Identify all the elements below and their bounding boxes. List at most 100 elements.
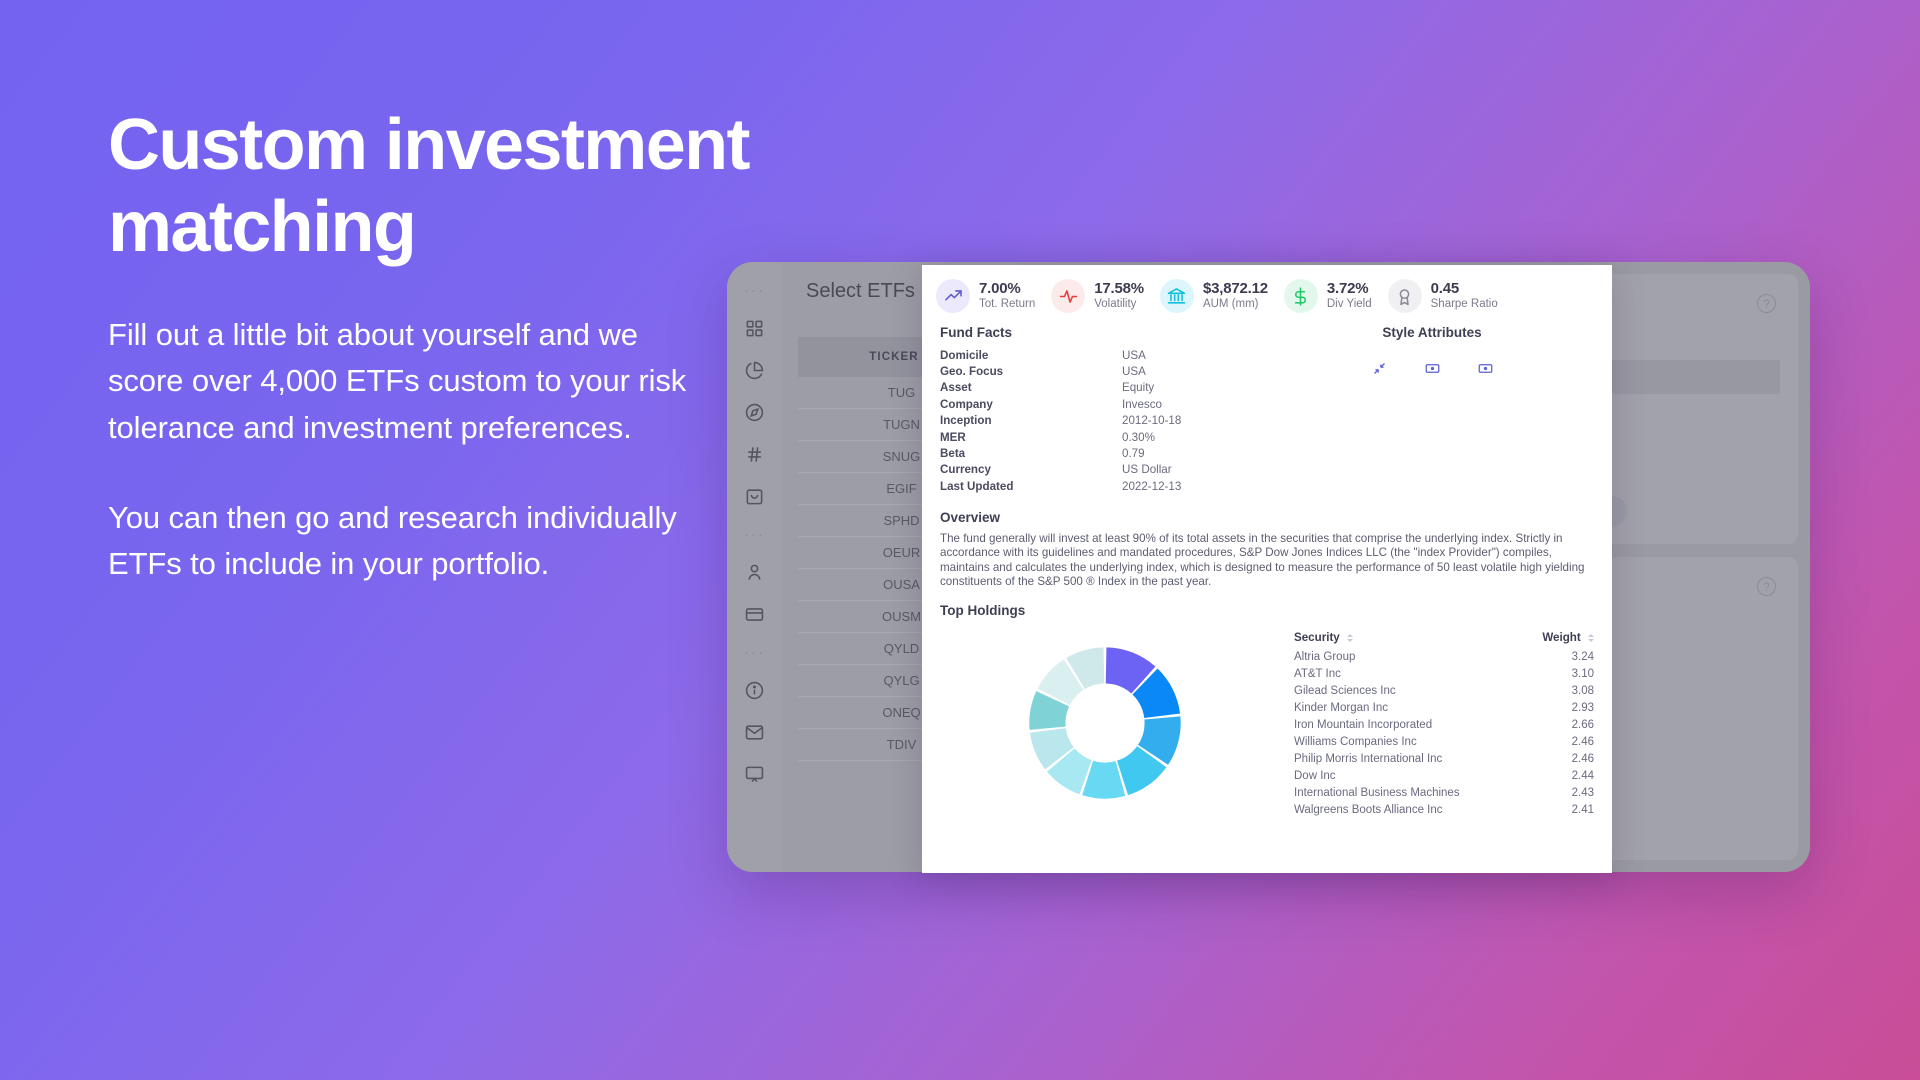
stat-tot-return: 7.00% Tot. Return xyxy=(936,279,1051,313)
fund-fact-key: Inception xyxy=(940,414,992,428)
stat-label: Tot. Return xyxy=(979,298,1036,311)
table-row: Gilead Sciences Inc 3.08 xyxy=(1270,682,1594,699)
sidebar-separator-bottom: ··· xyxy=(744,643,765,661)
sidebar-item-credit-card[interactable] xyxy=(738,598,772,630)
holding-weight: 2.43 xyxy=(1571,786,1594,799)
sidebar-item-person[interactable] xyxy=(738,556,772,588)
sidebar-item-mail[interactable] xyxy=(738,716,772,748)
style-attributes-heading: Style Attributes xyxy=(1382,325,1482,340)
fund-fact-key: Asset xyxy=(940,381,972,395)
question-icon[interactable]: ? xyxy=(1757,294,1776,313)
holding-security: Gilead Sciences Inc xyxy=(1294,684,1396,697)
holding-weight: 2.44 xyxy=(1571,769,1594,782)
holding-security: Kinder Morgan Inc xyxy=(1294,701,1388,714)
holdings-col-security-label: Security xyxy=(1294,631,1340,645)
top-holdings-heading: Top Holdings xyxy=(940,603,1026,619)
style-attributes-block xyxy=(1270,347,1594,495)
fund-fact-value: USA xyxy=(1122,348,1146,362)
holding-security: Iron Mountain Incorporated xyxy=(1294,718,1433,731)
fund-fact-value: Equity xyxy=(1122,381,1155,395)
table-row: Williams Companies Inc 2.46 xyxy=(1270,733,1594,750)
holdings-donut-wrap xyxy=(940,631,1270,818)
holding-security: Walgreens Boots Alliance Inc xyxy=(1294,803,1443,816)
holdings-col-weight[interactable]: Weight xyxy=(1530,631,1594,644)
stat-label: AUM (mm) xyxy=(1202,298,1259,311)
stat-value: 0.45 xyxy=(1430,279,1460,297)
stat-value: $3,872.12 xyxy=(1202,279,1268,297)
sidebar-item-info[interactable] xyxy=(738,674,772,706)
stat-value: 3.72% xyxy=(1326,279,1369,297)
fund-fact-key: Domicile xyxy=(940,348,989,362)
page-title: Custom investment matching xyxy=(108,105,751,268)
holding-security: Philip Morris International Inc xyxy=(1294,752,1443,765)
holding-weight: 3.08 xyxy=(1571,684,1594,697)
holding-weight: 2.46 xyxy=(1571,735,1594,748)
holding-weight: 3.10 xyxy=(1571,667,1594,680)
holding-weight: 2.41 xyxy=(1571,803,1594,816)
question-icon[interactable]: ? xyxy=(1757,577,1776,596)
sidebar-item-grid[interactable] xyxy=(738,312,772,344)
fund-fact-row: Asset Equity xyxy=(940,380,1270,396)
overview-text: The fund generally will invest at least … xyxy=(940,531,1585,589)
fund-fact-value: 2012-10-18 xyxy=(1122,414,1182,428)
banknote-icon[interactable] xyxy=(1478,361,1493,376)
holding-weight: 2.93 xyxy=(1571,701,1594,714)
stat-label: Div Yield xyxy=(1326,298,1372,311)
fund-fact-row: Company Invesco xyxy=(940,396,1270,412)
banknote-icon[interactable] xyxy=(1425,361,1440,376)
overview-heading: Overview xyxy=(940,509,1001,525)
holdings-col-weight-label: Weight xyxy=(1542,631,1581,645)
sidebar-item-monitor[interactable] xyxy=(738,758,772,790)
fund-fact-value: US Dollar xyxy=(1122,463,1172,477)
stat-value: 7.00% xyxy=(979,279,1021,297)
sidebar-item-bag[interactable] xyxy=(738,480,772,512)
sidebar-item-pie-chart[interactable] xyxy=(738,354,772,386)
marketing-copy: Custom investment matching Fill out a li… xyxy=(108,104,828,587)
stat-sharpe-ratio: 0.45 Sharpe Ratio xyxy=(1387,279,1514,313)
marketing-paragraph-2: You can then go and research individuall… xyxy=(108,499,677,581)
fund-fact-key: Geo. Focus xyxy=(940,364,1004,378)
select-etfs-title: Select ETFs xyxy=(806,280,915,302)
holdings-col-security[interactable]: Security xyxy=(1270,631,1530,644)
stats-bar: 7.00% Tot. Return 17.58% Volatility $3,872.1… xyxy=(922,265,1612,319)
overview-section: Overview The fund generally will invest … xyxy=(940,510,1594,590)
fund-fact-value: Invesco xyxy=(1122,397,1162,411)
award-icon xyxy=(1387,279,1422,313)
table-row: Iron Mountain Incorporated 2.66 xyxy=(1270,716,1594,733)
fund-fact-row: MER 0.30% xyxy=(940,429,1270,445)
sidebar-item-hash[interactable] xyxy=(738,438,772,470)
fund-fact-row: Currency US Dollar xyxy=(940,462,1270,478)
stat-volatility: 17.58% Volatility xyxy=(1051,279,1160,313)
etf-detail-modal: 7.00% Tot. Return 17.58% Volatility $3,872.1… xyxy=(922,265,1612,873)
table-row: International Business Machines 2.43 xyxy=(1270,784,1594,801)
holding-security: AT&T Inc xyxy=(1294,667,1341,680)
app-sidebar: ··· ··· ··· xyxy=(727,262,782,872)
fund-facts-heading: Fund Facts xyxy=(940,325,1013,340)
sidebar-separator-middle: ··· xyxy=(744,525,765,543)
style-attribute-icons xyxy=(1270,361,1594,376)
fund-fact-key: Company xyxy=(940,397,993,411)
table-row: AT&T Inc 3.10 xyxy=(1270,665,1594,682)
fund-fact-key: Beta xyxy=(940,446,966,460)
ticker-header-label: TICKER xyxy=(869,351,919,363)
fund-fact-key: Last Updated xyxy=(940,479,1014,493)
fund-fact-row: Last Updated 2022-12-13 xyxy=(940,478,1270,494)
fund-fact-value: 2022-12-13 xyxy=(1122,479,1182,493)
shrink-arrows-icon[interactable] xyxy=(1372,361,1387,376)
sort-arrows-icon[interactable] xyxy=(1588,633,1594,642)
top-holdings-donut-chart xyxy=(1029,647,1181,799)
table-row: Dow Inc 2.44 xyxy=(1270,767,1594,784)
fund-fact-value: 0.30% xyxy=(1122,430,1155,444)
holding-security: Williams Companies Inc xyxy=(1294,735,1417,748)
top-holdings-table: Security Weight Altria Group 3.24 AT&T Inc… xyxy=(1270,631,1594,818)
holding-weight: 2.46 xyxy=(1571,752,1594,765)
top-holdings-section: Security Weight Altria Group 3.24 AT&T Inc… xyxy=(940,631,1594,818)
fund-fact-row: Inception 2012-10-18 xyxy=(940,413,1270,429)
marketing-paragraph-1: Fill out a little bit about yourself and… xyxy=(108,317,687,445)
sort-arrows-icon[interactable] xyxy=(1347,633,1353,642)
dollar-icon xyxy=(1283,279,1318,313)
holding-security: International Business Machines xyxy=(1294,786,1460,799)
sidebar-item-compass[interactable] xyxy=(738,396,772,428)
sidebar-separator-top: ··· xyxy=(744,281,765,299)
holding-security: Dow Inc xyxy=(1294,769,1336,782)
